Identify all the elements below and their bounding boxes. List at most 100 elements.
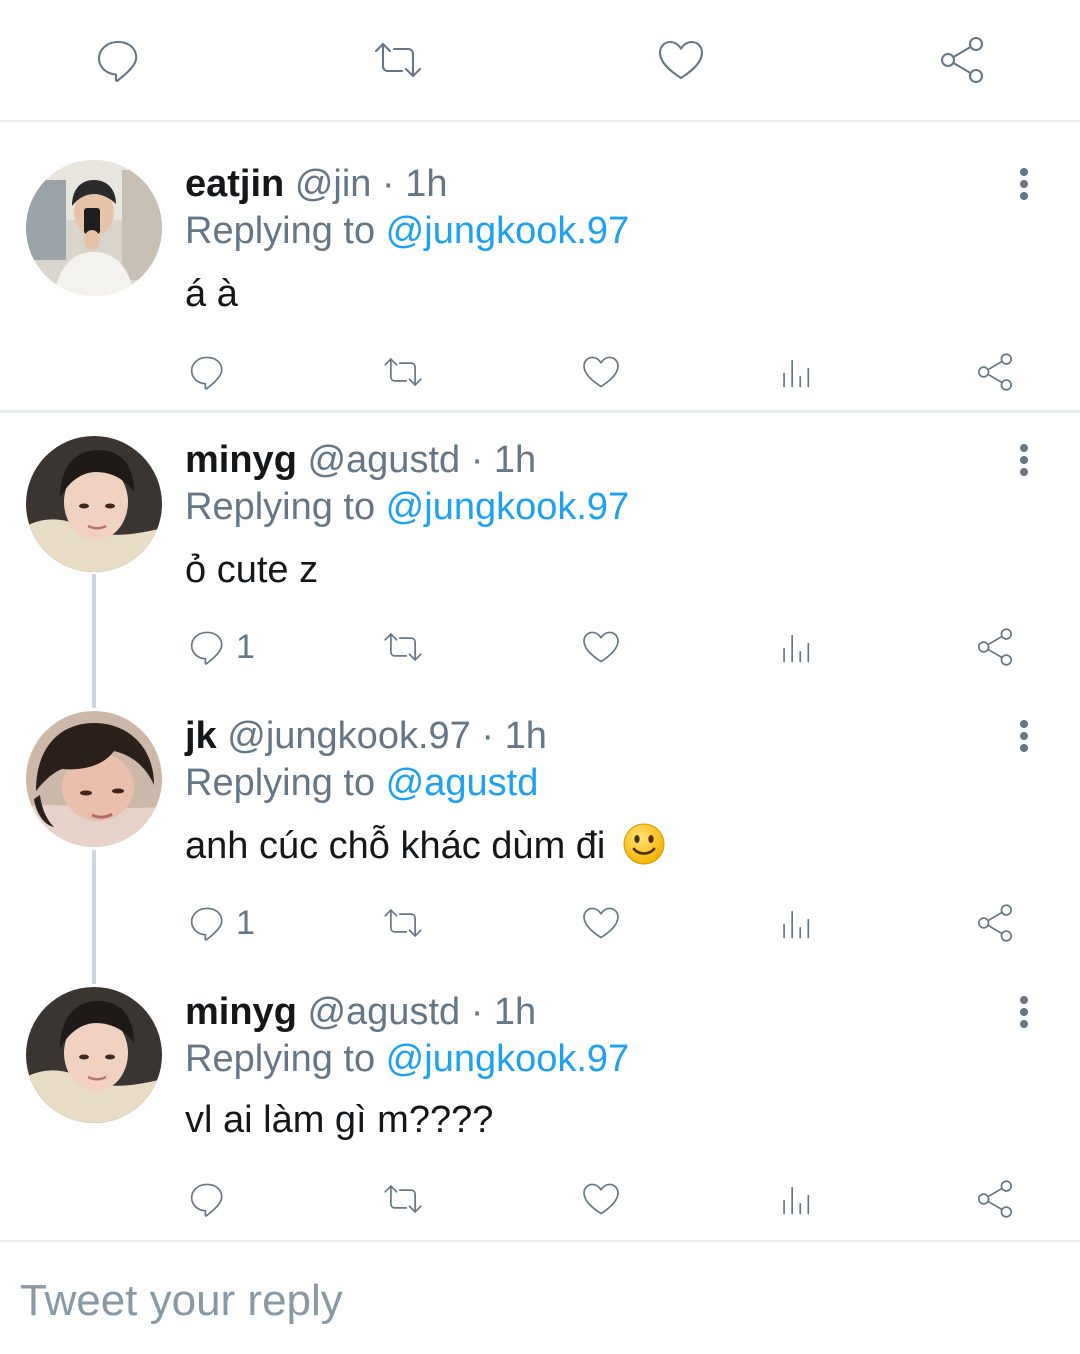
like-icon [583, 631, 619, 663]
reply-icon[interactable] [92, 34, 144, 86]
tweet-reply-input[interactable] [20, 1266, 1020, 1336]
retweet-icon [384, 358, 422, 386]
tweet-minyg[interactable]: minyg @agustd · 1h Replying to @jungkook… [0, 965, 1080, 1240]
tweet-text: ỏ cute z [185, 549, 319, 591]
share-button[interactable] [974, 899, 1022, 947]
retweet-icon [384, 909, 422, 937]
mention-link[interactable]: @agustd [386, 762, 539, 804]
mention-link[interactable]: @jungkook.97 [386, 1038, 630, 1080]
timestamp[interactable]: 1h [494, 439, 536, 481]
like-button[interactable] [580, 899, 628, 947]
reply-composer [0, 1240, 1080, 1354]
tweet-text: á à [185, 273, 238, 315]
share-icon[interactable] [936, 34, 988, 86]
separator: · [470, 439, 484, 481]
reply-icon [190, 631, 223, 665]
avatar[interactable] [26, 711, 162, 847]
timestamp[interactable]: 1h [405, 163, 447, 205]
display-name[interactable]: minyg [185, 439, 297, 481]
share-button[interactable] [974, 348, 1022, 396]
main-tweet-action-bar [0, 0, 1080, 122]
mention-link[interactable]: @jungkook.97 [386, 210, 630, 252]
share-icon [977, 904, 1013, 942]
tweet-header: jk @jungkook.97 · 1h [185, 714, 547, 758]
replying-to-prefix: Replying to [185, 762, 386, 804]
username[interactable]: @jungkook.97 [227, 715, 471, 757]
share-icon [977, 353, 1013, 391]
more-options-icon[interactable] [1008, 716, 1040, 756]
timestamp[interactable]: 1h [494, 991, 536, 1033]
reply-button[interactable]: 1 [186, 623, 266, 671]
avatar[interactable] [26, 987, 162, 1123]
tweet-header: minyg @agustd · 1h [185, 438, 536, 482]
tweet-text: anh cúc chỗ khác dùm đi [185, 825, 606, 867]
like-icon [583, 907, 619, 939]
reply-button[interactable] [186, 1175, 246, 1223]
replying-to: Replying to @jungkook.97 [185, 209, 629, 253]
replying-to-prefix: Replying to [185, 210, 386, 252]
more-options-icon[interactable] [1008, 992, 1040, 1032]
tweet-header: minyg @agustd · 1h [185, 990, 536, 1034]
retweet-button[interactable] [382, 1175, 430, 1223]
replying-to: Replying to @agustd [185, 761, 538, 805]
retweet-button[interactable] [382, 899, 430, 947]
share-button[interactable] [974, 623, 1022, 671]
retweet-icon [384, 633, 422, 661]
analytics-icon [783, 1186, 810, 1215]
tweet-eatjin[interactable]: eatjin @jin · 1h Replying to @jungkook.9… [0, 122, 1080, 410]
separator: · [481, 715, 494, 757]
more-options-icon[interactable] [1008, 440, 1040, 480]
timestamp[interactable]: 1h [505, 715, 547, 757]
display-name[interactable]: minyg [185, 991, 297, 1033]
tweet-text: vl ai làm gì m???? [185, 1099, 494, 1141]
more-options-icon[interactable] [1008, 164, 1040, 204]
like-icon[interactable] [655, 34, 707, 86]
tweet-minyg[interactable]: minyg @agustd · 1h Replying to @jungkook… [0, 413, 1080, 689]
username[interactable]: @agustd [307, 439, 460, 481]
reply-icon [190, 907, 223, 941]
like-button[interactable] [580, 1175, 628, 1223]
reply-count: 1 [236, 628, 255, 666]
reply-button[interactable] [186, 348, 246, 396]
tweet-action-bar: 1 [0, 623, 1080, 671]
share-icon [977, 1180, 1013, 1218]
share-button[interactable] [974, 1175, 1022, 1223]
avatar[interactable] [26, 160, 162, 296]
tweet-header: eatjin @jin · 1h [185, 162, 447, 206]
replying-to: Replying to @jungkook.97 [185, 1037, 629, 1081]
tweet-jk[interactable]: jk @jungkook.97 · 1h Replying to @agustd… [0, 689, 1080, 965]
slightly-smiling-face-emoji [623, 823, 665, 865]
avatar[interactable] [26, 436, 162, 572]
replying-to: Replying to @jungkook.97 [185, 485, 629, 529]
like-icon [583, 356, 619, 388]
replying-to-prefix: Replying to [185, 1038, 386, 1080]
analytics-button[interactable] [776, 348, 824, 396]
analytics-button[interactable] [776, 623, 824, 671]
tweet-action-bar [0, 348, 1080, 396]
share-icon [977, 628, 1013, 666]
retweet-button[interactable] [382, 623, 430, 671]
retweet-icon[interactable] [372, 34, 424, 86]
display-name[interactable]: jk [185, 715, 217, 757]
like-button[interactable] [580, 623, 628, 671]
separator: · [470, 991, 484, 1033]
username[interactable]: @jin [295, 163, 372, 205]
display-name[interactable]: eatjin [185, 163, 284, 205]
like-icon [583, 1183, 619, 1215]
reply-count: 1 [236, 904, 255, 942]
username[interactable]: @agustd [307, 991, 460, 1033]
analytics-button[interactable] [776, 899, 824, 947]
reply-button[interactable]: 1 [186, 899, 266, 947]
separator: · [381, 163, 395, 205]
retweet-icon [384, 1185, 422, 1213]
analytics-icon [783, 359, 810, 388]
analytics-icon [783, 910, 810, 939]
like-button[interactable] [580, 348, 628, 396]
analytics-button[interactable] [776, 1175, 824, 1223]
tweet-text-container: anh cúc chỗ khác dùm đi [185, 822, 666, 868]
analytics-icon [783, 634, 810, 663]
retweet-button[interactable] [382, 348, 430, 396]
mention-link[interactable]: @jungkook.97 [386, 486, 630, 528]
reply-icon [190, 356, 223, 390]
tweet-action-bar [0, 1175, 1080, 1223]
